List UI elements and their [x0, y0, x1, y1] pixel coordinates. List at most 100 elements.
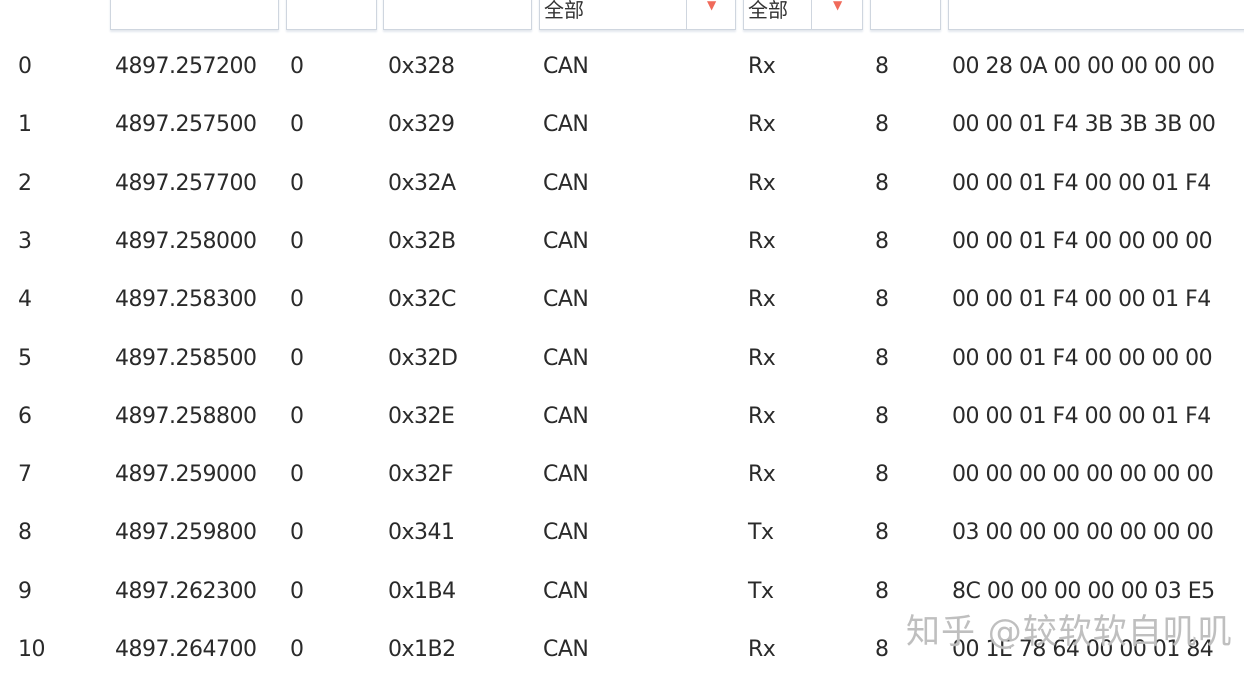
cell-channel: 0 [290, 112, 304, 138]
dropdown-arrow-icon[interactable]: ▼ [707, 0, 716, 12]
cell-id: 0x1B2 [388, 637, 456, 662]
cell-type: CAN [543, 228, 589, 254]
cell-type: CAN [543, 345, 589, 371]
table-row[interactable]: 2 4897.257700 0 0x32A CAN Rx 8 00 00 01 F4 00 0… [0, 155, 1244, 213]
channel-filter-input[interactable] [286, 0, 377, 30]
cell-time: 4897.262300 [115, 578, 257, 604]
cell-type: CAN [543, 637, 589, 662]
cell-index: 9 [18, 578, 32, 604]
table-row[interactable]: 6 4897.258800 0 0x32E CAN Rx 8 00 00 01 F4 00 0… [0, 388, 1244, 446]
cell-type: CAN [543, 112, 589, 138]
cell-id: 0x341 [388, 520, 455, 546]
cell-time: 4897.264700 [115, 637, 257, 662]
cell-type: CAN [543, 54, 589, 79]
cell-type: CAN [543, 462, 589, 488]
cell-dlc: 8 [875, 520, 889, 546]
id-filter-input[interactable] [383, 0, 532, 30]
cell-dir: Tx [748, 578, 774, 604]
cell-channel: 0 [290, 578, 304, 604]
divider [686, 0, 687, 29]
cell-time: 4897.257700 [115, 170, 257, 196]
cell-index: 3 [18, 228, 32, 254]
cell-time: 4897.258300 [115, 287, 257, 313]
cell-data: 00 00 00 00 00 00 00 00 [952, 462, 1214, 488]
cell-type: CAN [543, 520, 589, 546]
cell-dir: Rx [748, 112, 776, 138]
cell-channel: 0 [290, 54, 304, 79]
cell-channel: 0 [290, 637, 304, 662]
cell-dir: Rx [748, 228, 776, 254]
cell-dlc: 8 [875, 578, 889, 604]
dropdown-arrow-icon[interactable]: ▼ [833, 0, 842, 12]
cell-channel: 0 [290, 287, 304, 313]
type-filter-dropdown[interactable]: 全部 ▼ [539, 0, 736, 30]
cell-time: 4897.258800 [115, 403, 257, 429]
dir-filter-value: 全部 [748, 0, 788, 22]
table-row[interactable]: 3 4897.258000 0 0x32B CAN Rx 8 00 00 01 F4 00 0… [0, 213, 1244, 271]
cell-dlc: 8 [875, 345, 889, 371]
cell-index: 8 [18, 520, 32, 546]
cell-index: 10 [18, 637, 46, 662]
cell-dir: Rx [748, 462, 776, 488]
cell-index: 2 [18, 170, 32, 196]
cell-data: 00 00 01 F4 00 00 00 00 [952, 345, 1213, 371]
cell-time: 4897.257500 [115, 112, 257, 138]
watermark: 知乎 @较软软自叽叽 [906, 612, 1233, 652]
cell-channel: 0 [290, 170, 304, 196]
cell-time: 4897.259800 [115, 520, 257, 546]
cell-dlc: 8 [875, 228, 889, 254]
cell-data: 00 00 01 F4 00 00 01 F4 [952, 287, 1211, 313]
cell-dlc: 8 [875, 462, 889, 488]
cell-time: 4897.257200 [115, 54, 257, 79]
cell-dlc: 8 [875, 112, 889, 138]
cell-dir: Tx [748, 520, 774, 546]
type-filter-value: 全部 [544, 0, 584, 22]
cell-data: 00 00 01 F4 00 00 01 F4 [952, 403, 1211, 429]
dir-filter-dropdown[interactable]: 全部 ▼ [743, 0, 863, 30]
cell-id: 0x32B [388, 228, 456, 254]
table-row[interactable]: 8 4897.259800 0 0x341 CAN Tx 8 03 00 00 00 00 0… [0, 504, 1244, 562]
cell-index: 4 [18, 287, 32, 313]
cell-dlc: 8 [875, 403, 889, 429]
cell-type: CAN [543, 403, 589, 429]
cell-index: 0 [18, 54, 32, 79]
cell-type: CAN [543, 287, 589, 313]
cell-time: 4897.258500 [115, 345, 257, 371]
cell-data: 00 00 01 F4 00 00 00 00 [952, 228, 1213, 254]
cell-dir: Rx [748, 403, 776, 429]
cell-index: 5 [18, 345, 32, 371]
cell-dlc: 8 [875, 287, 889, 313]
cell-time: 4897.258000 [115, 228, 257, 254]
cell-channel: 0 [290, 520, 304, 546]
table-row[interactable]: 7 4897.259000 0 0x32F CAN Rx 8 00 00 00 00 00 0… [0, 446, 1244, 504]
cell-data: 00 28 0A 00 00 00 00 00 [952, 54, 1215, 79]
cell-dir: Rx [748, 287, 776, 313]
cell-id: 0x32E [388, 403, 455, 429]
data-filter-input[interactable] [948, 0, 1244, 30]
cell-time: 4897.259000 [115, 462, 257, 488]
cell-dlc: 8 [875, 170, 889, 196]
cell-index: 7 [18, 462, 32, 488]
cell-id: 0x329 [388, 112, 455, 138]
table-row[interactable]: 4 4897.258300 0 0x32C CAN Rx 8 00 00 01 F4 00 0… [0, 271, 1244, 329]
cell-dir: Rx [748, 345, 776, 371]
table-row[interactable]: 5 4897.258500 0 0x32D CAN Rx 8 00 00 01 F4 00 0… [0, 330, 1244, 388]
dlc-filter-input[interactable] [870, 0, 941, 30]
cell-id: 0x328 [388, 54, 455, 79]
cell-dir: Rx [748, 637, 776, 662]
cell-data: 03 00 00 00 00 00 00 00 [952, 520, 1214, 546]
table-row[interactable]: 0 4897.257200 0 0x328 CAN Rx 8 00 28 0A 00 00 0… [0, 38, 1244, 96]
cell-type: CAN [543, 170, 589, 196]
table-row[interactable]: 1 4897.257500 0 0x329 CAN Rx 8 00 00 01 F4 3B 3… [0, 96, 1244, 154]
cell-channel: 0 [290, 403, 304, 429]
time-filter-input[interactable] [110, 0, 279, 30]
cell-dlc: 8 [875, 637, 889, 662]
cell-type: CAN [543, 578, 589, 604]
cell-id: 0x32C [388, 287, 456, 313]
cell-channel: 0 [290, 228, 304, 254]
cell-id: 0x32A [388, 170, 456, 196]
cell-index: 1 [18, 112, 32, 138]
cell-id: 0x1B4 [388, 578, 456, 604]
cell-id: 0x32D [388, 345, 458, 371]
cell-index: 6 [18, 403, 32, 429]
